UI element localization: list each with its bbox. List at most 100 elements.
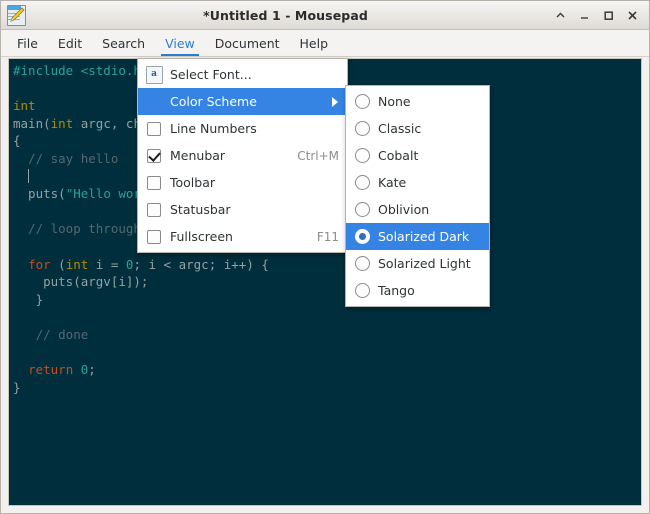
code-token: argc, c (73, 116, 133, 131)
radio-slot (352, 283, 372, 298)
code-token: // say hello (13, 151, 118, 166)
view-menu-item-select-font[interactable]: aSelect Font... (138, 61, 347, 88)
menu-document[interactable]: Document (205, 30, 290, 56)
color-scheme-label: Solarized Dark (372, 229, 481, 244)
color-scheme-item-classic[interactable]: Classic (346, 115, 489, 142)
color-scheme-item-solarized-light[interactable]: Solarized Light (346, 250, 489, 277)
menu-item-shortcut: Ctrl+M (283, 149, 339, 163)
menu-item-label: Select Font... (164, 67, 339, 82)
code-token: ( (51, 257, 66, 272)
notepad-pencil-icon (5, 4, 27, 26)
font-icon: a (146, 66, 163, 84)
code-token: int (13, 98, 36, 113)
view-menu-item-color-scheme[interactable]: Color Scheme (138, 88, 347, 115)
color-scheme-item-oblivion[interactable]: Oblivion (346, 196, 489, 223)
color-scheme-item-cobalt[interactable]: Cobalt (346, 142, 489, 169)
code-token (13, 362, 28, 377)
maximize-button[interactable] (596, 4, 620, 26)
menu-item-label: Line Numbers (164, 121, 339, 136)
color-scheme-label: Solarized Light (372, 256, 481, 271)
radio-slot (352, 202, 372, 217)
mousepad-window: *Untitled 1 - Mousepad File Edit Search … (0, 0, 650, 514)
code-token: return (28, 362, 73, 377)
view-menu-item-fullscreen[interactable]: FullscreenF11 (138, 223, 347, 250)
radio-slot (352, 121, 372, 136)
radio-icon[interactable] (355, 148, 370, 163)
code-token: int (51, 116, 74, 131)
color-scheme-label: Classic (372, 121, 481, 136)
code-token: i = (88, 257, 126, 272)
menu-help[interactable]: Help (290, 30, 339, 56)
window-title: *Untitled 1 - Mousepad (27, 8, 548, 23)
code-token: puts(argv[i]); (13, 274, 148, 289)
radio-icon[interactable] (355, 256, 370, 271)
menu-bar: File Edit Search View Document Help (1, 30, 649, 57)
minimize-button[interactable] (572, 4, 596, 26)
code-token: ; (88, 362, 96, 377)
code-token: } (13, 292, 43, 307)
code-token: // done (13, 327, 88, 342)
color-scheme-label: None (372, 94, 481, 109)
icon-slot: a (144, 66, 164, 84)
color-scheme-label: Tango (372, 283, 481, 298)
title-bar[interactable]: *Untitled 1 - Mousepad (1, 1, 649, 30)
menu-item-label: Fullscreen (164, 229, 303, 244)
code-token: int (66, 257, 89, 272)
code-token (73, 362, 81, 377)
checkbox-slot (144, 203, 164, 217)
color-scheme-item-kate[interactable]: Kate (346, 169, 489, 196)
radio-icon[interactable] (355, 229, 370, 244)
radio-slot (352, 148, 372, 163)
color-scheme-label: Cobalt (372, 148, 481, 163)
color-scheme-submenu: None Classic Cobalt Kate Oblivion Solarized D… (345, 85, 490, 307)
checkbox-icon[interactable] (147, 149, 161, 163)
code-token: ; i < argc; i++) { (133, 257, 268, 272)
radio-slot (352, 229, 372, 244)
color-scheme-item-solarized-dark[interactable]: Solarized Dark (346, 223, 489, 250)
view-menu-popup: aSelect Font... Color Scheme Line Numbers M… (137, 58, 348, 253)
radio-icon[interactable] (355, 283, 370, 298)
color-scheme-label: Kate (372, 175, 481, 190)
menu-search[interactable]: Search (92, 30, 155, 56)
radio-icon[interactable] (355, 175, 370, 190)
menu-item-label: Toolbar (164, 175, 339, 190)
color-scheme-label: Oblivion (372, 202, 481, 217)
submenu-arrow-icon (332, 97, 338, 107)
checkbox-icon[interactable] (147, 230, 161, 244)
code-token (13, 169, 28, 184)
checkbox-icon[interactable] (147, 122, 161, 136)
view-menu-item-line-numbers[interactable]: Line Numbers (138, 115, 347, 142)
checkbox-slot (144, 149, 164, 163)
checkbox-icon[interactable] (147, 203, 161, 217)
menu-edit[interactable]: Edit (48, 30, 92, 56)
code-token: "Hello wo (66, 186, 134, 201)
checkbox-icon[interactable] (147, 176, 161, 190)
view-menu-item-menubar[interactable]: MenubarCtrl+M (138, 142, 347, 169)
radio-slot (352, 175, 372, 190)
text-cursor (28, 169, 29, 183)
view-menu-item-toolbar[interactable]: Toolbar (138, 169, 347, 196)
radio-icon[interactable] (355, 121, 370, 136)
menu-item-label: Statusbar (164, 202, 339, 217)
window-controls (548, 4, 644, 26)
code-token: { (13, 133, 21, 148)
color-scheme-item-tango[interactable]: Tango (346, 277, 489, 304)
code-token: puts( (13, 186, 66, 201)
radio-icon[interactable] (355, 94, 370, 109)
close-button[interactable] (620, 4, 644, 26)
radio-slot (352, 256, 372, 271)
code-token: #include (13, 63, 81, 78)
view-menu-item-statusbar[interactable]: Statusbar (138, 196, 347, 223)
menu-item-label: Color Scheme (164, 94, 339, 109)
color-scheme-item-none[interactable]: None (346, 88, 489, 115)
shade-button[interactable] (548, 4, 572, 26)
code-token: main( (13, 116, 51, 131)
menu-item-label: Menubar (164, 148, 283, 163)
radio-icon[interactable] (355, 202, 370, 217)
code-token: for (28, 257, 51, 272)
checkbox-slot (144, 230, 164, 244)
code-token: } (13, 380, 21, 395)
checkbox-slot (144, 122, 164, 136)
menu-file[interactable]: File (7, 30, 48, 56)
menu-view[interactable]: View (155, 30, 205, 56)
